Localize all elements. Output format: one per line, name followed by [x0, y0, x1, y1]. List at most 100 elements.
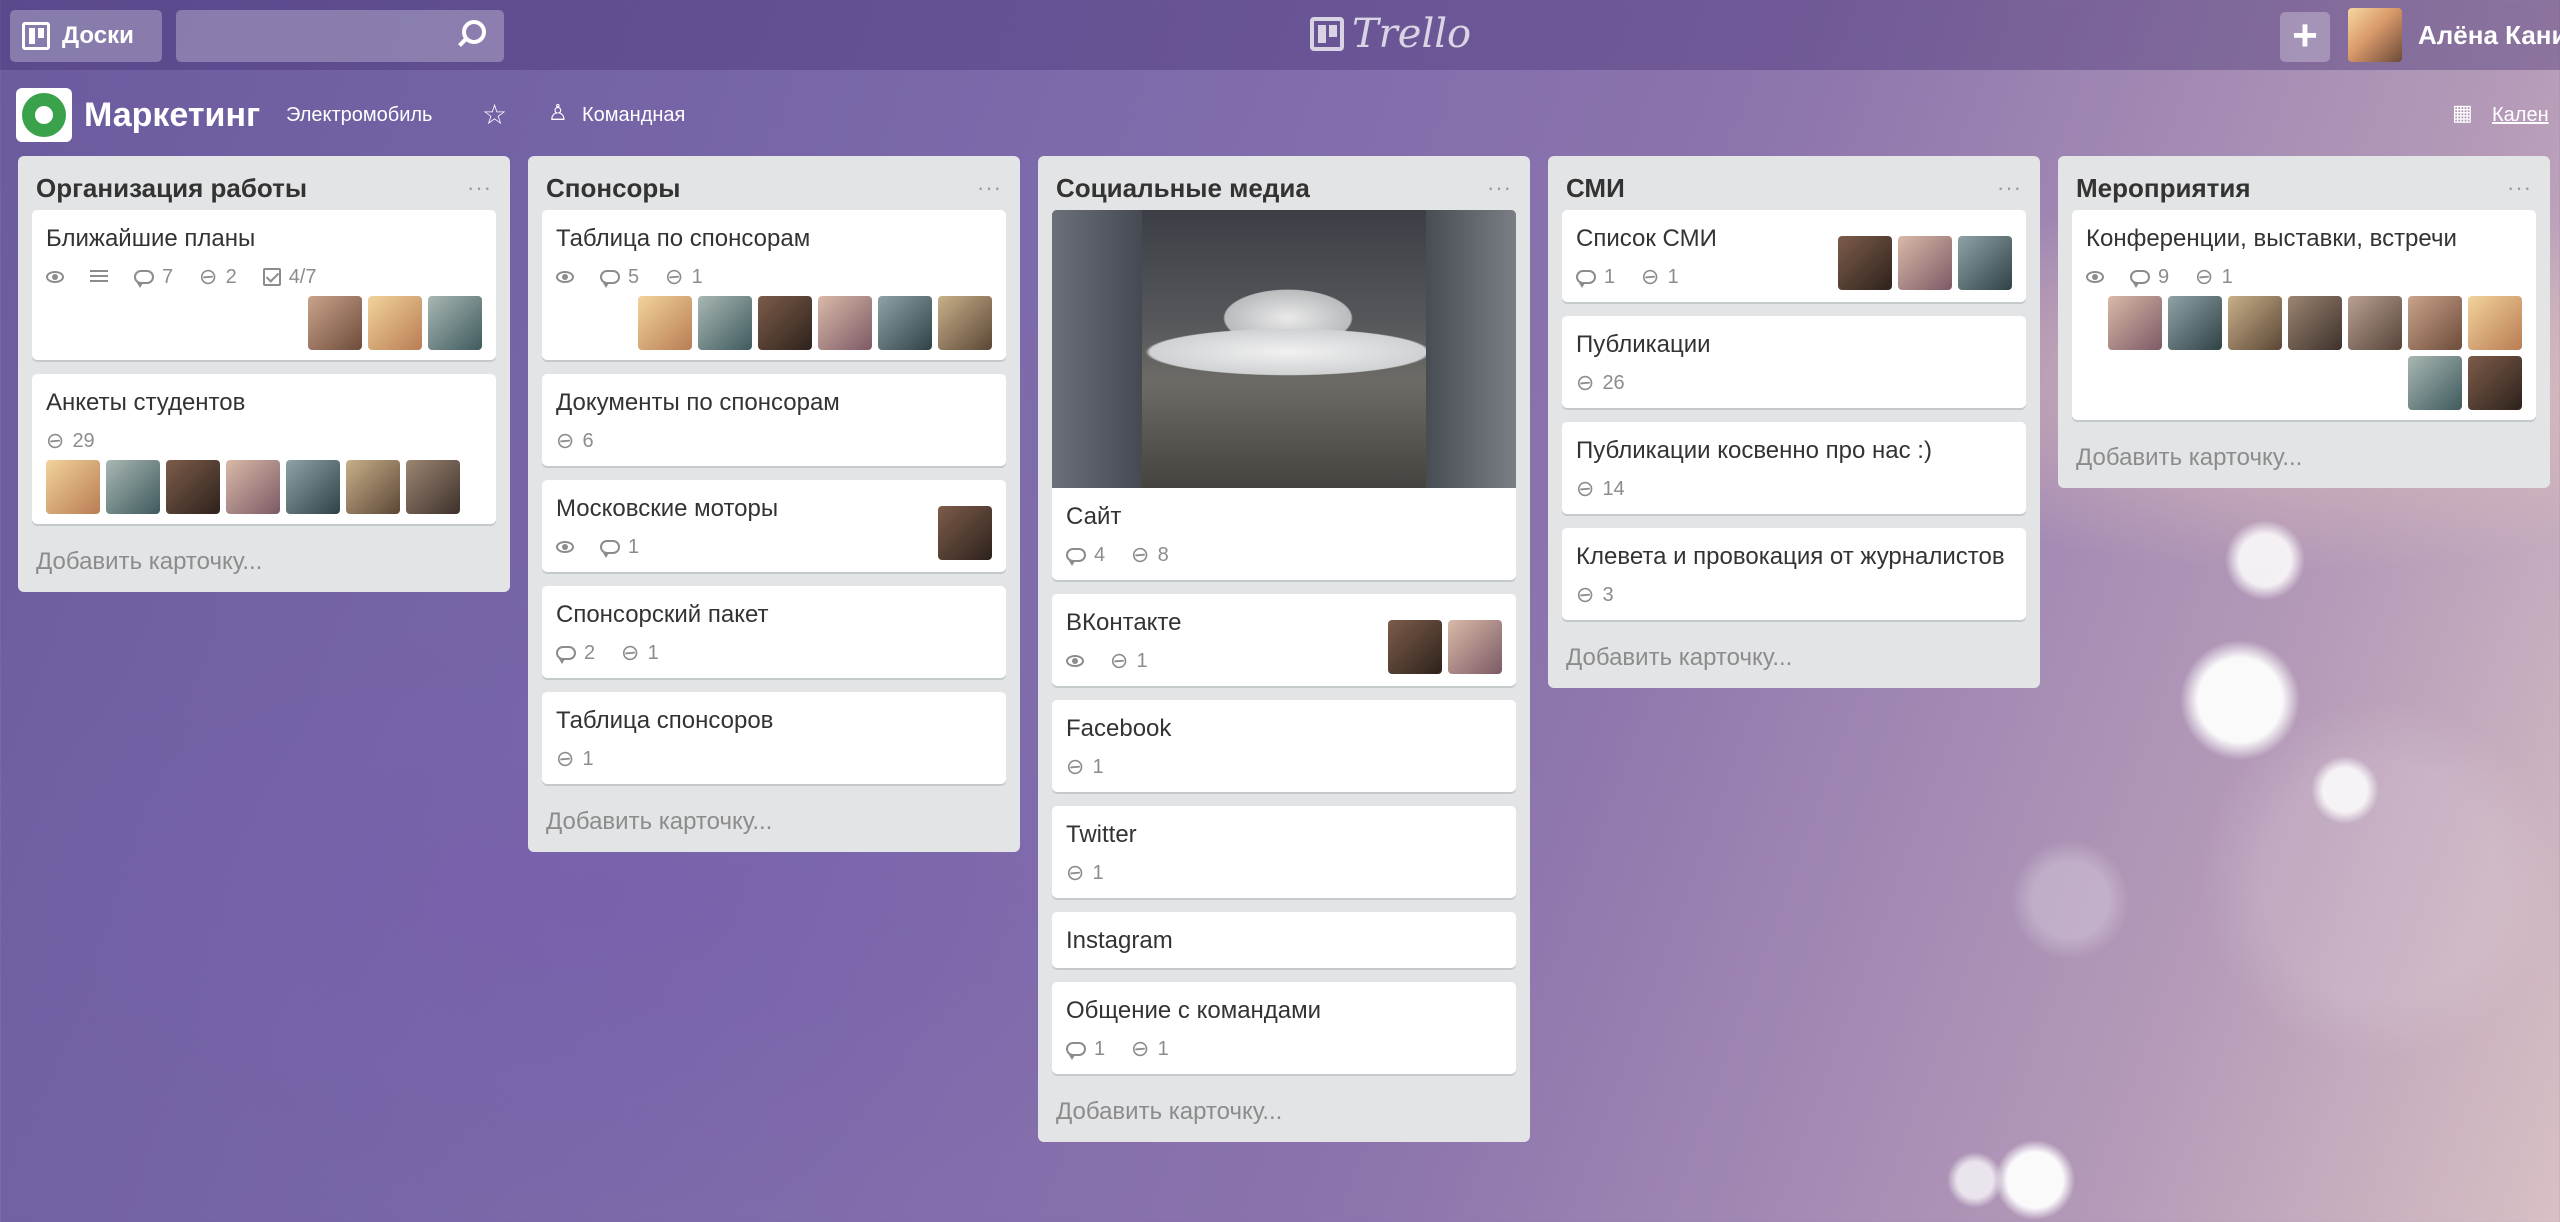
member-avatar[interactable] [698, 296, 752, 350]
card[interactable]: Анкеты студентов ⊘ 29 [32, 374, 496, 524]
attachments-count: 1 [1092, 755, 1104, 778]
list-menu-button[interactable]: ··· [1997, 175, 2022, 201]
member-avatar[interactable] [2468, 296, 2522, 350]
watch-badge [46, 271, 64, 283]
search-input[interactable] [176, 10, 504, 62]
card-badges: 5 ⊘ 1 [556, 261, 992, 292]
card[interactable]: Московские моторы 1 [542, 480, 1006, 572]
list-menu-button[interactable]: ··· [1487, 175, 1512, 201]
member-avatar[interactable] [308, 296, 362, 350]
board-visibility[interactable]: Командная [582, 104, 685, 127]
calendar-link[interactable]: Кален [2492, 104, 2549, 127]
member-avatar[interactable] [1448, 620, 1502, 674]
card[interactable]: Документы по спонсорам ⊘ 6 [542, 374, 1006, 466]
user-name[interactable]: Алёна Кани [2418, 20, 2560, 51]
member-avatar[interactable] [346, 460, 400, 514]
list-title[interactable]: СМИ [1566, 173, 1625, 204]
member-avatar[interactable] [938, 506, 992, 560]
card-title: Московские моторы [556, 495, 779, 522]
card-badges: 9 ⊘ 1 [2086, 261, 2522, 293]
calendar-icon[interactable]: ▦ [2452, 100, 2473, 126]
member-avatar[interactable] [758, 296, 812, 350]
paperclip-icon: ⊘ [1060, 857, 1091, 889]
card[interactable]: Публикации ⊘ 26 [1562, 316, 2026, 408]
trello-logo[interactable]: Trello [1310, 11, 1471, 57]
add-card-button[interactable]: Добавить карточку... [32, 538, 496, 580]
list-title[interactable]: Организация работы [36, 173, 307, 204]
attachments-count: 1 [1157, 1037, 1169, 1060]
member-avatar[interactable] [2168, 296, 2222, 350]
card[interactable]: Список СМИ 1 ⊘ 1 [1562, 210, 2026, 302]
card-members [2086, 296, 2522, 410]
list-menu-button[interactable]: ··· [467, 175, 492, 201]
watch-badge [2086, 271, 2104, 283]
board-title[interactable]: Маркетинг [84, 96, 260, 135]
member-avatar[interactable] [1958, 236, 2012, 290]
add-button[interactable]: + [2280, 12, 2330, 62]
search-icon[interactable] [462, 20, 486, 44]
member-avatar[interactable] [106, 460, 160, 514]
card[interactable]: Facebook ⊘ 1 [1052, 700, 1516, 792]
add-card-button[interactable]: Добавить карточку... [1052, 1088, 1516, 1130]
boards-button[interactable]: Доски [10, 10, 162, 62]
list-menu-button[interactable]: ··· [977, 175, 1002, 201]
card[interactable]: Сайт 4 ⊘ 8 [1052, 210, 1516, 580]
star-icon[interactable]: ☆ [482, 98, 507, 131]
member-avatar[interactable] [46, 460, 100, 514]
member-avatar[interactable] [1898, 236, 1952, 290]
comments-count: 1 [1094, 1037, 1106, 1060]
card[interactable]: Ближайшие планы 7 ⊘ 2 4/7 [32, 210, 496, 360]
card[interactable]: Конференции, выставки, встречи 9 ⊘ 1 [2072, 210, 2536, 420]
member-avatar[interactable] [2288, 296, 2342, 350]
board-org[interactable]: Электромобиль [286, 104, 432, 127]
card[interactable]: Публикации косвенно про нас :) ⊘ 14 [1562, 422, 2026, 514]
card-badges: ⊘ 1 [550, 743, 992, 774]
card[interactable]: Twitter ⊘ 1 [1052, 806, 1516, 898]
member-avatar[interactable] [2468, 356, 2522, 410]
member-avatar[interactable] [878, 296, 932, 350]
member-avatar[interactable] [286, 460, 340, 514]
member-avatar[interactable] [368, 296, 422, 350]
card[interactable]: Таблица по спонсорам 5 ⊘ 1 [542, 210, 1006, 360]
add-card-button[interactable]: Добавить карточку... [542, 798, 1006, 840]
member-avatar[interactable] [2408, 356, 2462, 410]
paperclip-icon: ⊘ [1125, 1033, 1156, 1065]
member-avatar[interactable] [2108, 296, 2162, 350]
list-title[interactable]: Социальные медиа [1056, 173, 1310, 204]
member-avatar[interactable] [428, 296, 482, 350]
member-avatar[interactable] [226, 460, 280, 514]
add-card-button[interactable]: Добавить карточку... [1562, 634, 2026, 676]
attachments-count: 1 [1667, 265, 1679, 288]
card[interactable]: Спонсорский пакет 2 ⊘ 1 [542, 586, 1006, 678]
card-badges: 7 ⊘ 2 4/7 [46, 261, 482, 292]
board-header: Маркетинг Электромобиль ☆ ♙ Командная ▦ … [0, 78, 2560, 150]
board-logo [16, 88, 72, 142]
member-avatar[interactable] [638, 296, 692, 350]
card-title: Twitter [1066, 821, 1137, 848]
user-avatar[interactable] [2348, 8, 2402, 62]
card[interactable]: Instagram [1052, 912, 1516, 968]
paperclip-icon: ⊘ [2189, 261, 2220, 293]
member-avatar[interactable] [2348, 296, 2402, 350]
list-menu-button[interactable]: ··· [2507, 175, 2532, 201]
paperclip-icon: ⊘ [1570, 473, 1601, 505]
member-avatar[interactable] [166, 460, 220, 514]
member-avatar[interactable] [818, 296, 872, 350]
member-avatar[interactable] [2228, 296, 2282, 350]
card[interactable]: ВКонтакте ⊘ 1 [1052, 594, 1516, 686]
card[interactable]: Клевета и провокация от журналистов ⊘ 3 [1562, 528, 2026, 620]
add-card-button[interactable]: Добавить карточку... [2072, 434, 2536, 476]
member-avatar[interactable] [2408, 296, 2462, 350]
card[interactable]: Общение с командами 1 ⊘ 1 [1052, 982, 1516, 1074]
team-icon[interactable]: ♙ [548, 100, 568, 126]
member-avatar[interactable] [938, 296, 992, 350]
card-members [1388, 620, 1502, 674]
paperclip-icon: ⊘ [1635, 261, 1666, 293]
list-title[interactable]: Мероприятия [2076, 173, 2251, 204]
member-avatar[interactable] [1388, 620, 1442, 674]
list-title[interactable]: Спонсоры [546, 173, 681, 204]
member-avatar[interactable] [1838, 236, 1892, 290]
card[interactable]: Таблица спонсоров ⊘ 1 [542, 692, 1006, 784]
card-badges: 1 [556, 532, 992, 562]
member-avatar[interactable] [406, 460, 460, 514]
